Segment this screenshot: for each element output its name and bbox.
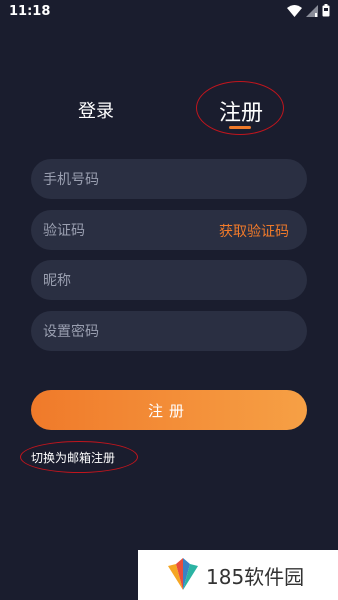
- watermark-logo-icon: [168, 558, 198, 590]
- nickname-input[interactable]: [41, 260, 215, 302]
- register-screen: 11:18 登录 注册 获取验证码 注册 切: [0, 0, 338, 600]
- tab-login[interactable]: 登录: [78, 97, 114, 123]
- wifi-icon: [287, 4, 302, 17]
- code-field[interactable]: 获取验证码: [31, 210, 307, 252]
- password-field[interactable]: [31, 311, 307, 353]
- register-button[interactable]: 注册: [31, 390, 307, 430]
- tab-register-indicator: [229, 126, 251, 129]
- status-bar: 11:18: [0, 0, 338, 24]
- get-code-button[interactable]: 获取验证码: [219, 221, 289, 241]
- phone-field[interactable]: [31, 159, 307, 201]
- tab-register[interactable]: 注册: [219, 95, 263, 127]
- battery-icon: [322, 4, 330, 17]
- switch-email-register-link[interactable]: 切换为邮箱注册: [31, 449, 115, 466]
- phone-input[interactable]: [41, 159, 215, 201]
- password-input[interactable]: [41, 311, 215, 353]
- watermark: 185软件园: [138, 550, 338, 600]
- watermark-text: 185软件园: [206, 565, 305, 589]
- status-time: 11:18: [9, 4, 51, 19]
- nickname-field[interactable]: [31, 260, 307, 302]
- code-input[interactable]: [41, 210, 215, 252]
- signal-icon: [306, 4, 318, 17]
- status-icons: [287, 4, 330, 17]
